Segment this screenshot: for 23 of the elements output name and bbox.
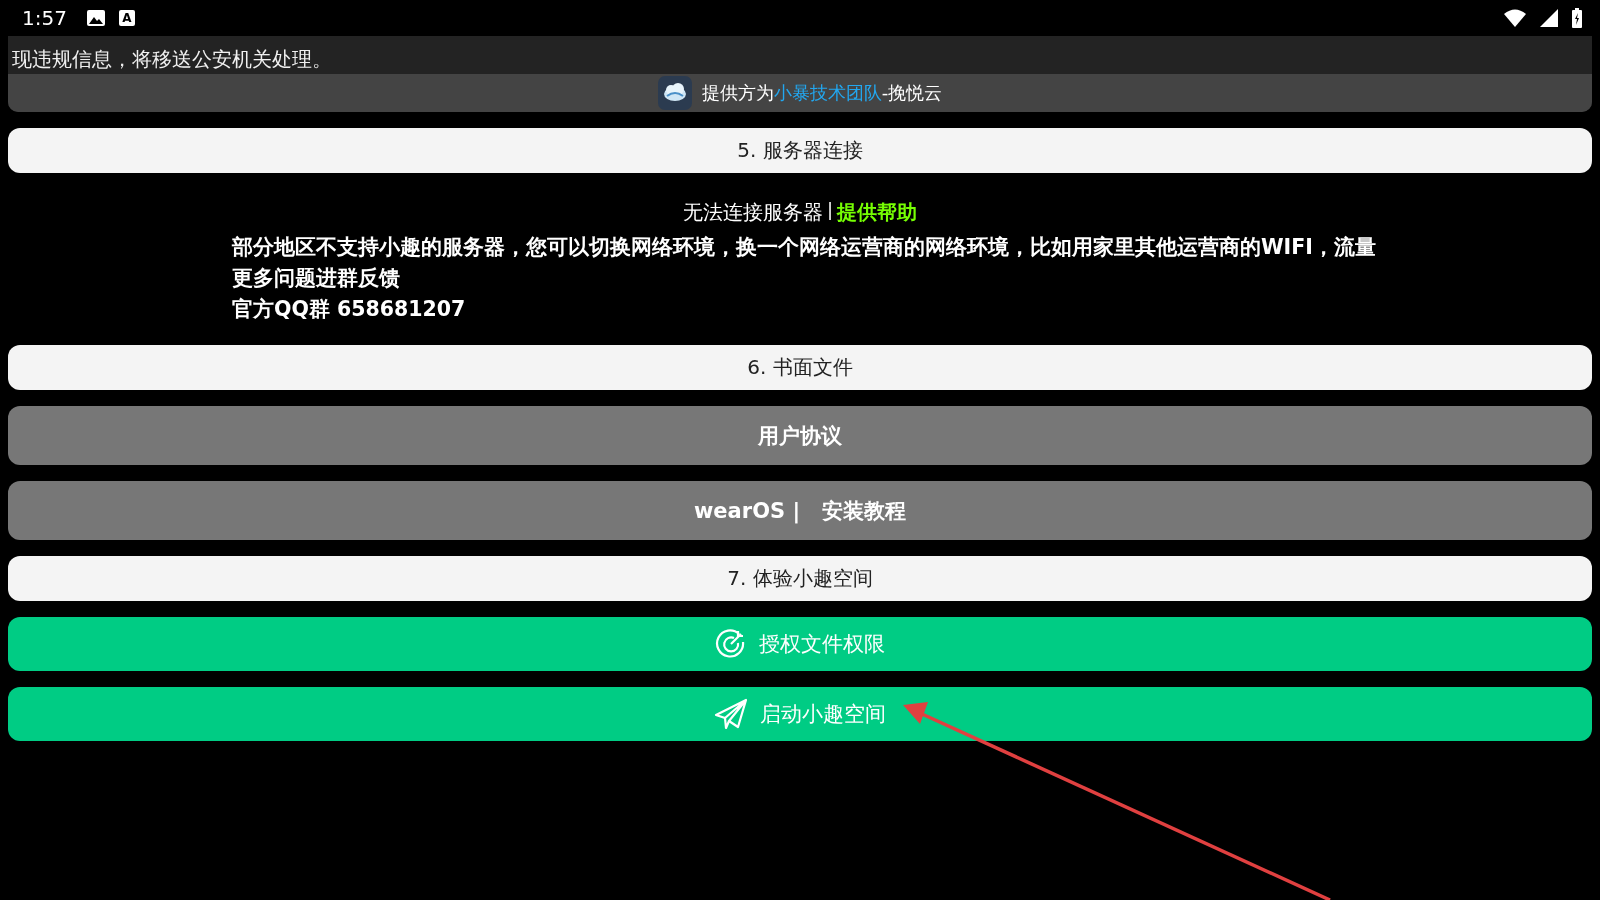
clock-time: 1:57 (22, 6, 67, 30)
provider-link[interactable]: 小暴技术团队 (773, 82, 882, 103)
battery-icon (1572, 8, 1582, 28)
section-header: 7. 体验小趣空间 (8, 556, 1592, 601)
menu-button[interactable]: 用户协议 (8, 406, 1592, 465)
paper-plane-icon (714, 698, 748, 730)
menu-button[interactable]: wearOS | 安装教程 (8, 481, 1592, 540)
help-link[interactable]: 提供帮助 (837, 199, 918, 226)
notice-text: 现违规信息，将移送公安机关处理。 (11, 46, 333, 73)
target-icon (715, 628, 747, 660)
cloud-logo-icon (657, 76, 692, 110)
separator-text: | (826, 199, 834, 222)
provider-text: 提供方为小暴技术团队-挽悦云 (701, 81, 943, 105)
signal-icon (1540, 9, 1558, 27)
section-header: 6. 书面文件 (8, 345, 1592, 390)
help-text: 更多问题进群反馈 (231, 265, 401, 292)
wifi-icon (1504, 9, 1526, 27)
section-header: 5. 服务器连接 (8, 128, 1592, 173)
notification-icon: A (118, 10, 135, 26)
help-title: 无法连接服务器 (682, 199, 823, 226)
help-text: 部分地区不支持小趣的服务器，您可以切换网络环境，换一个网络运营商的网络环境，比如用家里其他运营商的WIFI，流量 (231, 234, 1377, 261)
image-icon (86, 10, 105, 26)
help-text: 官方QQ群 658681207 (231, 296, 467, 323)
